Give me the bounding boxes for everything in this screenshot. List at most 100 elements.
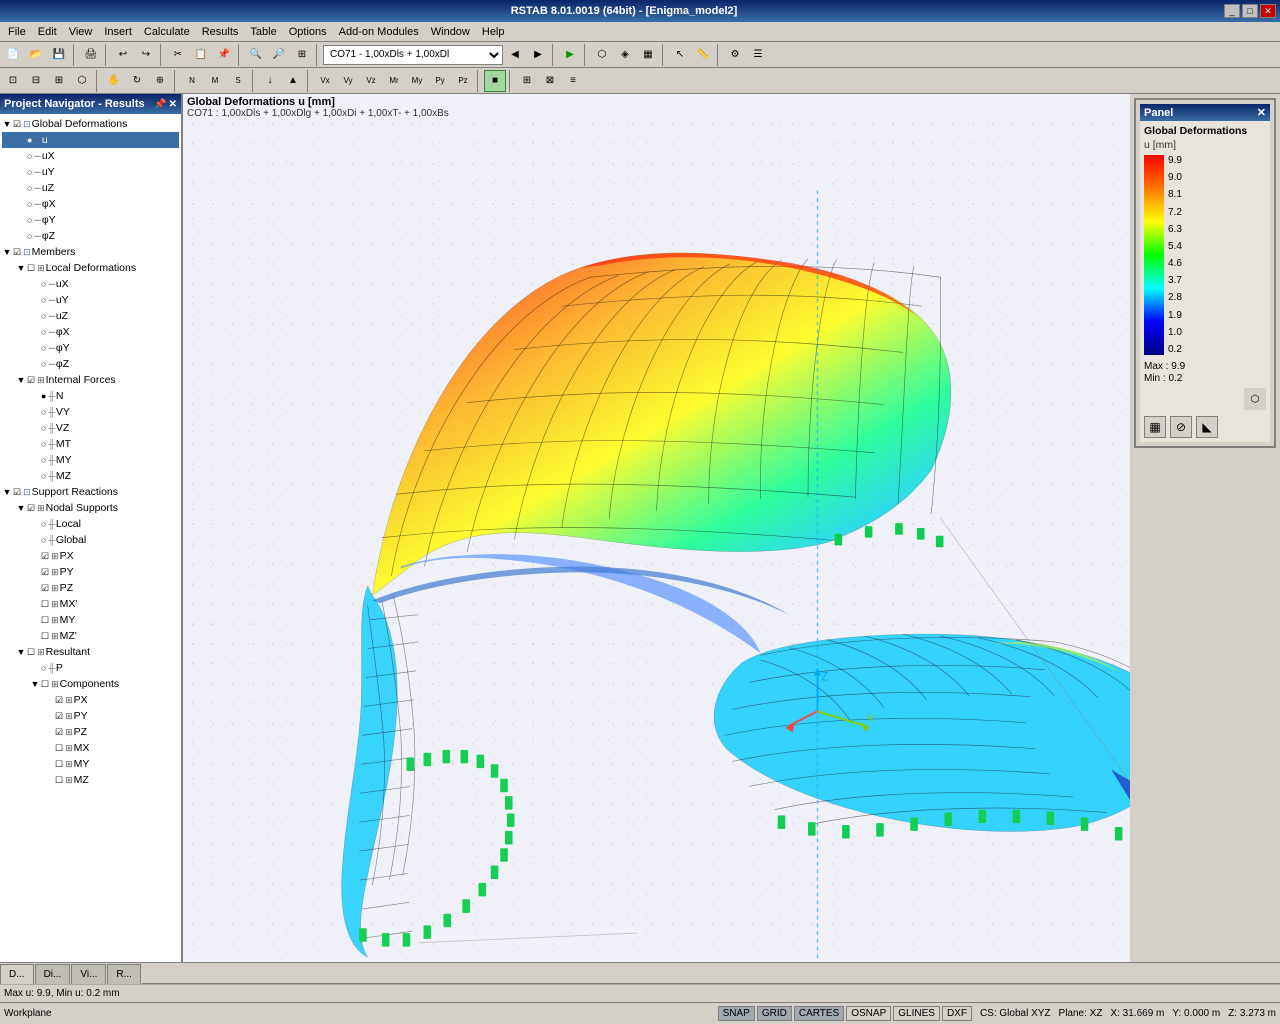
- bottom-tab-r[interactable]: R...: [107, 964, 141, 984]
- tb-new[interactable]: 📄: [2, 44, 24, 66]
- tree-toggle-support-reactions[interactable]: ▼: [2, 487, 12, 497]
- tb2-view-front[interactable]: ⊟: [25, 70, 47, 92]
- tree-item-My2[interactable]: ▶☐⊞MY: [2, 612, 179, 628]
- tb-cut[interactable]: ✂: [167, 44, 189, 66]
- tree-item-internal-forces[interactable]: ▼☑⊞Internal Forces: [2, 372, 179, 388]
- tb-3d[interactable]: ⬡: [591, 44, 613, 66]
- tb2-supports[interactable]: ▲: [282, 70, 304, 92]
- tb2-mr[interactable]: Mr: [383, 70, 405, 92]
- tb-more1[interactable]: ⚙: [724, 44, 746, 66]
- tree-container[interactable]: ▼☑⊡Global Deformations▶●─u▶○─uX▶○─uY▶○─u…: [0, 114, 181, 962]
- viewport[interactable]: Global Deformations u [mm] CO71 : 1,00xD…: [183, 94, 1130, 962]
- tb-zoom-out[interactable]: 🔎: [268, 44, 290, 66]
- tb2-vz[interactable]: Vz: [360, 70, 382, 92]
- tb-undo[interactable]: ↩: [112, 44, 134, 66]
- tb2-result-view[interactable]: ■: [484, 70, 506, 92]
- tb-save[interactable]: 💾: [48, 44, 70, 66]
- tb-run[interactable]: ▶: [559, 44, 581, 66]
- tree-toggle-members[interactable]: ▼: [2, 247, 12, 257]
- tree-item-global-def[interactable]: ▼☑⊡Global Deformations: [2, 116, 179, 132]
- panel-pin-btn[interactable]: 📌: [154, 99, 166, 110]
- tb-paste[interactable]: 📌: [213, 44, 235, 66]
- bottom-tab-d1[interactable]: D...: [0, 964, 34, 984]
- tb2-pz[interactable]: Pz: [452, 70, 474, 92]
- tree-item-cMz[interactable]: ▶☐⊞MZ: [2, 772, 179, 788]
- tree-item-lphiz[interactable]: ▶○─φZ: [2, 356, 179, 372]
- tree-item-local-def[interactable]: ▼☐⊞Local Deformations: [2, 260, 179, 276]
- menu-window[interactable]: Window: [425, 24, 476, 40]
- snap-btn-dxf[interactable]: DXF: [942, 1006, 972, 1021]
- tb-measure[interactable]: 📏: [692, 44, 714, 66]
- tree-item-Mz2[interactable]: ▶☐⊞MZ': [2, 628, 179, 644]
- tree-toggle-internal-forces[interactable]: ▼: [16, 375, 26, 385]
- menu-insert[interactable]: Insert: [98, 24, 138, 40]
- tb-redo[interactable]: ↪: [135, 44, 157, 66]
- maximize-btn[interactable]: □: [1242, 4, 1258, 18]
- close-btn[interactable]: ✕: [1260, 4, 1276, 18]
- tree-toggle-resultant[interactable]: ▼: [16, 647, 26, 657]
- panel-icon-table[interactable]: ▦: [1144, 416, 1166, 438]
- tb-select[interactable]: ↖: [669, 44, 691, 66]
- tree-toggle-nodal-supports[interactable]: ▼: [16, 503, 26, 513]
- bottom-tab-d2[interactable]: Di...: [35, 964, 71, 984]
- tb2-zoom-region[interactable]: ⊕: [149, 70, 171, 92]
- tree-item-My[interactable]: ▶○╫MY: [2, 452, 179, 468]
- menu-file[interactable]: File: [2, 24, 32, 40]
- tree-toggle-global-def[interactable]: ▼: [2, 119, 12, 129]
- tb2-my[interactable]: My: [406, 70, 428, 92]
- window-controls[interactable]: _ □ ✕: [1224, 4, 1276, 18]
- menu-addon[interactable]: Add-on Modules: [333, 24, 425, 40]
- tree-item-members[interactable]: ▼☑⊡Members: [2, 244, 179, 260]
- tree-item-uz[interactable]: ▶○─uZ: [2, 180, 179, 196]
- snap-btn-cartes[interactable]: CARTES: [794, 1006, 844, 1021]
- menu-help[interactable]: Help: [476, 24, 511, 40]
- tree-toggle-local-def[interactable]: ▼: [16, 263, 26, 273]
- tree-item-Vz[interactable]: ▶○╫VZ: [2, 420, 179, 436]
- tb2-py[interactable]: Py: [429, 70, 451, 92]
- tb-print[interactable]: 🖨: [80, 44, 102, 66]
- tree-item-cMx[interactable]: ▶☐⊞MX: [2, 740, 179, 756]
- tree-item-MT[interactable]: ▶○╫MT: [2, 436, 179, 452]
- panel-close-btn[interactable]: ✕: [1257, 106, 1266, 119]
- tree-item-luz[interactable]: ▶○─uZ: [2, 308, 179, 324]
- tree-item-lphiy[interactable]: ▶○─φY: [2, 340, 179, 356]
- tree-item-P[interactable]: ▶○╫P: [2, 660, 179, 676]
- load-case-combo[interactable]: CO71 - 1,00xDls + 1,00xDl: [323, 45, 503, 65]
- minimize-btn[interactable]: _: [1224, 4, 1240, 18]
- tb2-extra1[interactable]: ⊞: [516, 70, 538, 92]
- tb2-pan[interactable]: ✋: [103, 70, 125, 92]
- tb-open[interactable]: 📂: [25, 44, 47, 66]
- tb-copy[interactable]: 📋: [190, 44, 212, 66]
- menu-results[interactable]: Results: [196, 24, 245, 40]
- tree-item-Mz[interactable]: ▶○╫MZ: [2, 468, 179, 484]
- tree-item-Py[interactable]: ▶☑⊞PY: [2, 564, 179, 580]
- tree-item-components[interactable]: ▼☐⊞Components: [2, 676, 179, 692]
- tb-next[interactable]: ▶: [527, 44, 549, 66]
- tree-item-Px[interactable]: ▶☑⊞PX: [2, 548, 179, 564]
- tree-item-support-reactions[interactable]: ▼☑⊡Support Reactions: [2, 484, 179, 500]
- tb2-view-iso[interactable]: ⬡: [71, 70, 93, 92]
- tree-item-Pz[interactable]: ▶☑⊞PZ: [2, 580, 179, 596]
- tree-item-cPy[interactable]: ▶☑⊞PY: [2, 708, 179, 724]
- menu-options[interactable]: Options: [283, 24, 333, 40]
- snap-btn-snap[interactable]: SNAP: [718, 1006, 755, 1021]
- tree-item-lux[interactable]: ▶○─uX: [2, 276, 179, 292]
- tb2-vx[interactable]: Vx: [314, 70, 336, 92]
- tree-item-cMy[interactable]: ▶☐⊞MY: [2, 756, 179, 772]
- tree-item-nodal-supports[interactable]: ▼☑⊞Nodal Supports: [2, 500, 179, 516]
- tree-item-luy[interactable]: ▶○─uY: [2, 292, 179, 308]
- tree-item-Mx[interactable]: ▶☐⊞MX': [2, 596, 179, 612]
- tb2-view-side[interactable]: ⊞: [48, 70, 70, 92]
- tb-wire[interactable]: ▦: [637, 44, 659, 66]
- tree-item-global[interactable]: ▶○╫Global: [2, 532, 179, 548]
- tree-toggle-components[interactable]: ▼: [30, 679, 40, 689]
- tb2-surface[interactable]: S: [227, 70, 249, 92]
- menu-edit[interactable]: Edit: [32, 24, 63, 40]
- tb2-loads[interactable]: ↓: [259, 70, 281, 92]
- snap-btn-osnap[interactable]: OSNAP: [846, 1006, 891, 1021]
- bottom-tab-vi[interactable]: Vi...: [71, 964, 106, 984]
- tree-item-phiy[interactable]: ▶○─φY: [2, 212, 179, 228]
- tb2-rotate[interactable]: ↻: [126, 70, 148, 92]
- tb2-view-top[interactable]: ⊡: [2, 70, 24, 92]
- tb-render[interactable]: ◈: [614, 44, 636, 66]
